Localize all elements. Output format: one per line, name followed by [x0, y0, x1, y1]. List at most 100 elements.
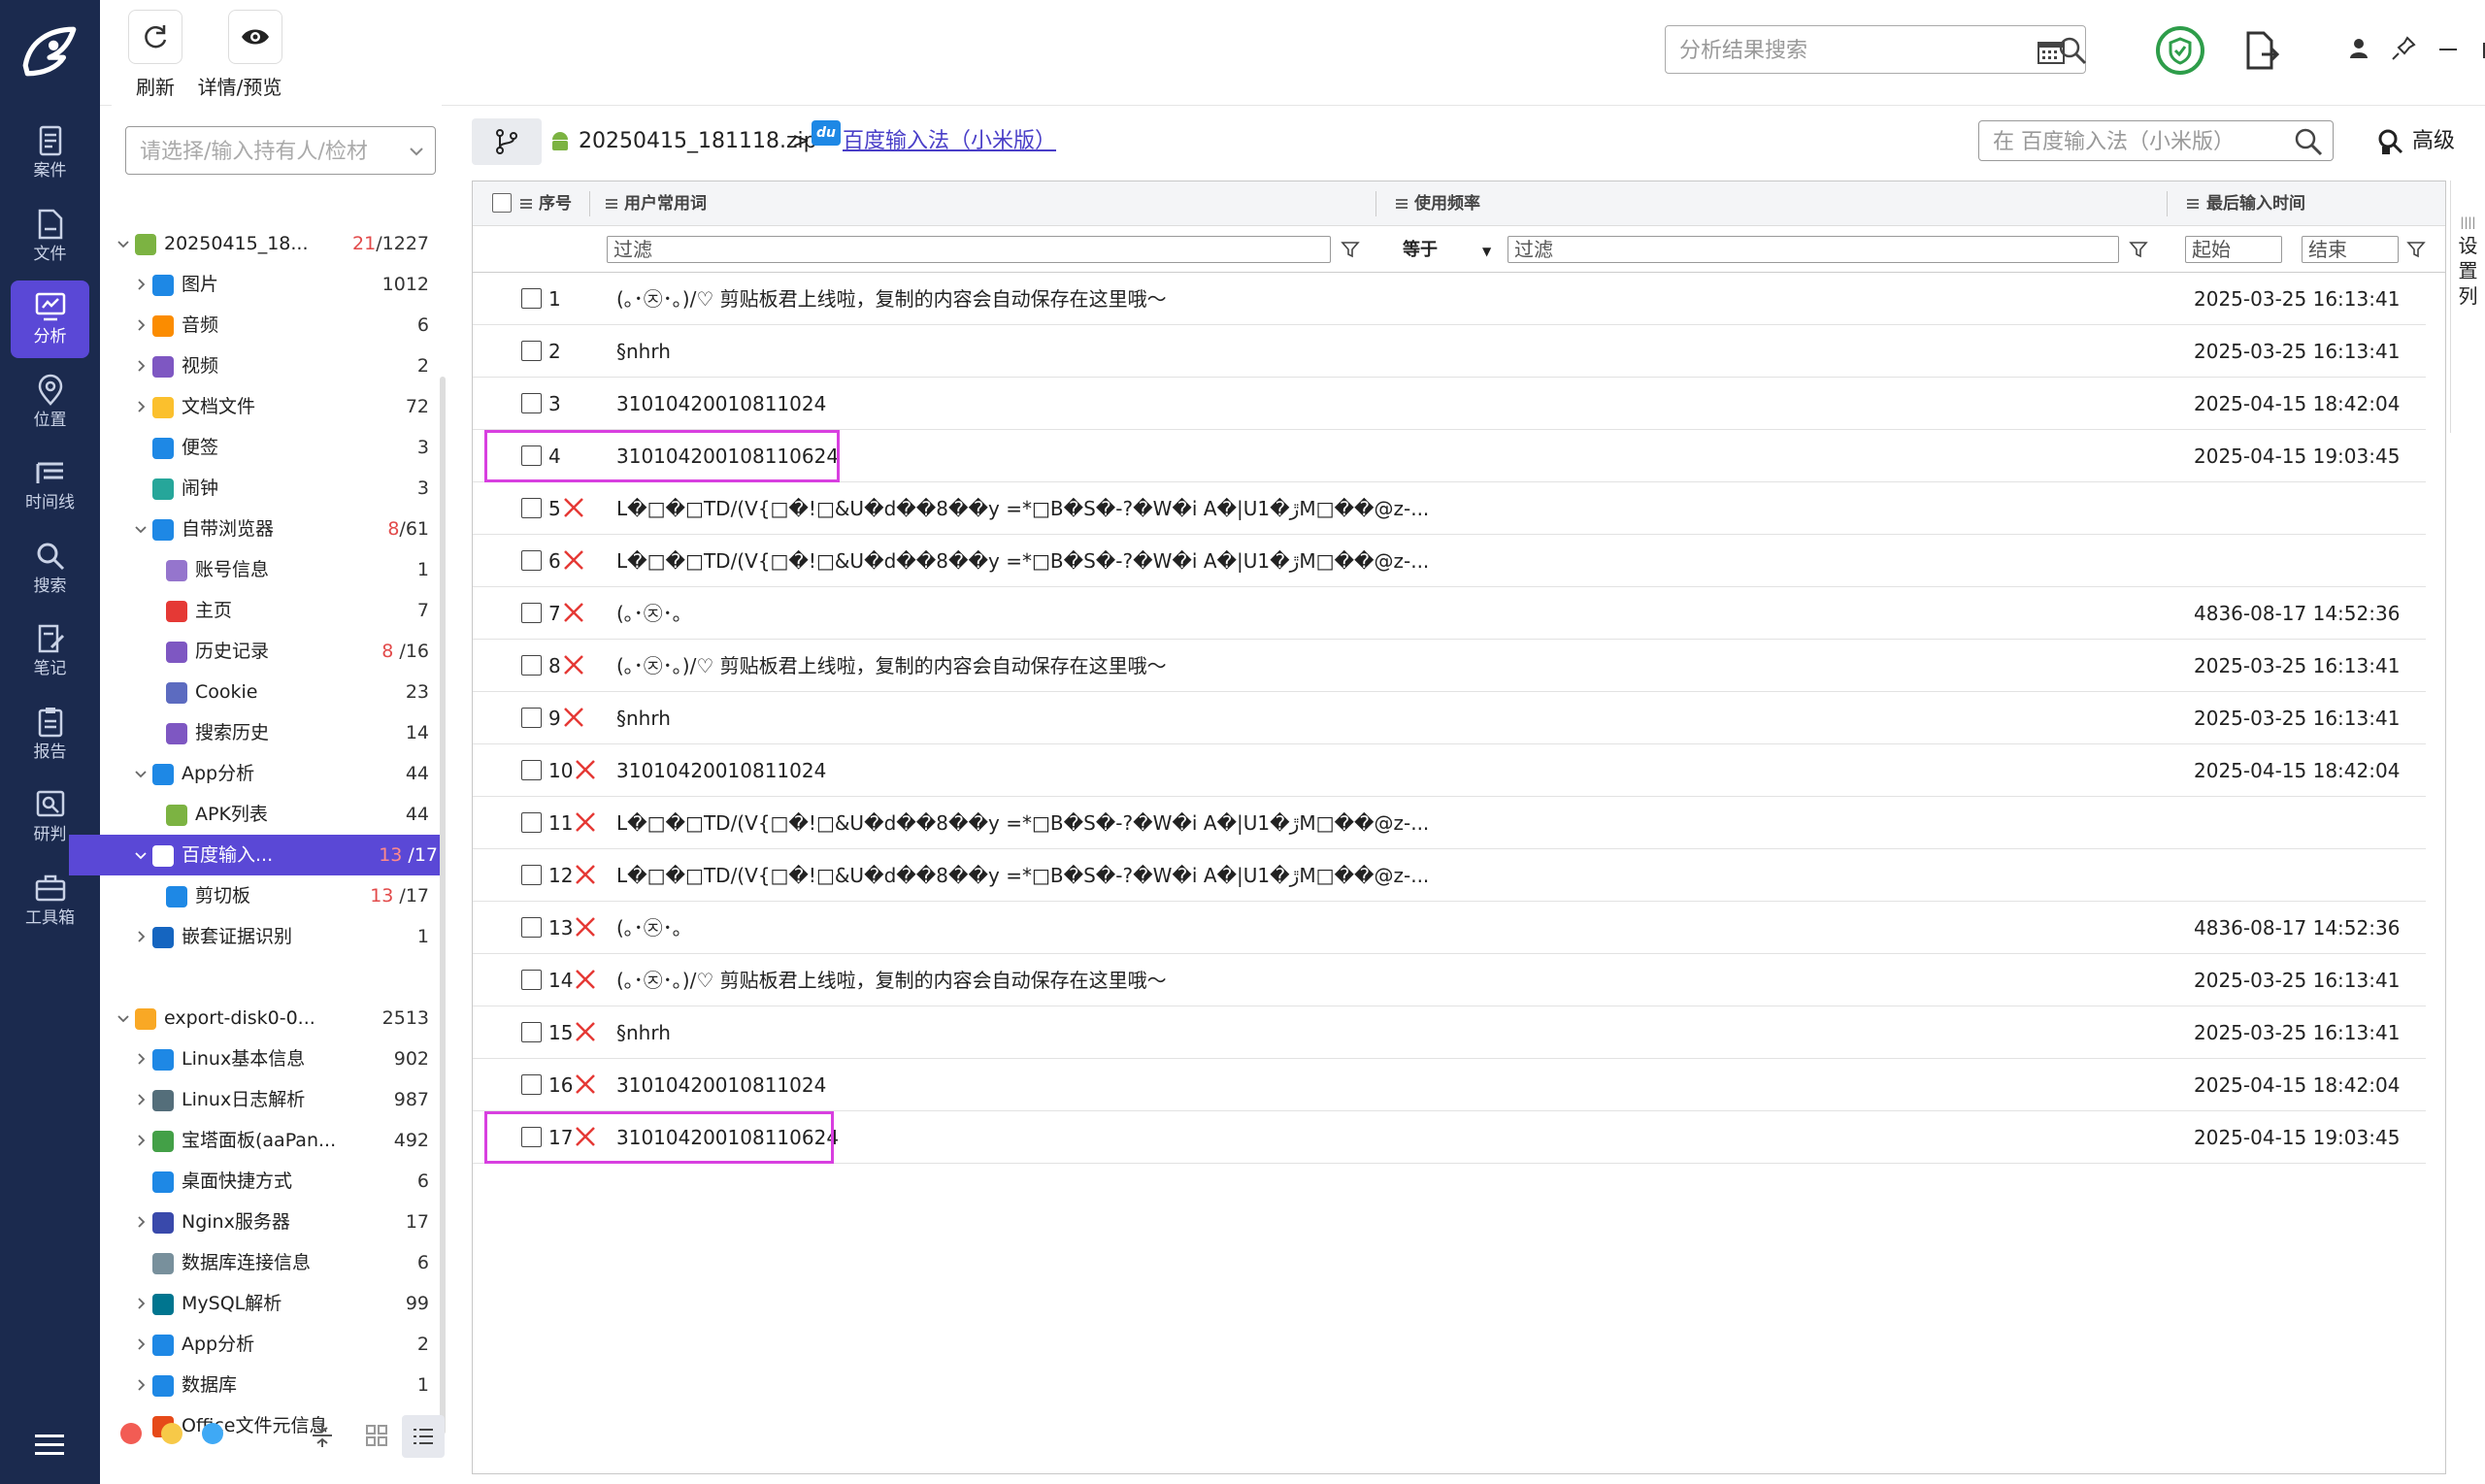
tree-node[interactable]: App分析 44 — [112, 753, 437, 794]
table-row[interactable]: 15 §nhrh 2025-03-25 16:13:41 — [473, 1006, 2426, 1059]
filter-icon[interactable] — [1341, 240, 1360, 259]
chevron-right-icon[interactable] — [133, 1336, 149, 1352]
breadcrumb-app[interactable]: 百度输入法（小米版） — [843, 124, 1056, 159]
tree-node[interactable]: 剪切板 13 /17 — [112, 875, 437, 916]
inner-search-input[interactable] — [1993, 127, 2284, 156]
tree-node[interactable]: 音频 6 — [112, 305, 437, 346]
tree-node[interactable]: 账号信息 1 — [112, 549, 437, 590]
shield-check-icon[interactable] — [2155, 25, 2205, 76]
table-row[interactable]: 2 §nhrh 2025-03-25 16:13:41 — [473, 325, 2426, 378]
grid-view-icon[interactable] — [363, 1422, 390, 1449]
list-view-button[interactable] — [402, 1415, 445, 1458]
table-row[interactable]: 4 310104200108110624 2025-04-15 19:03:45 — [473, 430, 2426, 482]
detail-preview-button[interactable]: 详情/预览 — [197, 10, 282, 100]
row-checkbox[interactable] — [521, 393, 542, 413]
chevron-right-icon[interactable] — [133, 1214, 149, 1230]
time-end-input[interactable] — [2302, 236, 2399, 263]
table-row[interactable]: 7 (｡･㉨･｡ 4836-08-17 14:52:36 — [473, 587, 2426, 640]
row-checkbox[interactable] — [521, 1022, 542, 1042]
row-checkbox[interactable] — [521, 341, 542, 361]
table-row[interactable]: 9 §nhrh 2025-03-25 16:13:41 — [473, 692, 2426, 744]
chevron-down-icon[interactable] — [133, 766, 149, 781]
time-start-input[interactable] — [2185, 236, 2282, 263]
tree-node[interactable]: 百度输入... 13 /17 — [69, 835, 446, 875]
tree-node[interactable]: 数据库连接信息 6 — [112, 1242, 437, 1283]
filter-icon[interactable] — [2129, 240, 2148, 259]
holder-select-input[interactable] — [140, 137, 402, 166]
nav-item-report[interactable]: 报告 — [11, 696, 89, 774]
tree-node[interactable]: 图片 1012 — [112, 264, 437, 305]
tree-node[interactable]: 搜索历史 14 — [112, 712, 437, 753]
row-checkbox[interactable] — [521, 288, 542, 309]
table-row[interactable]: 16 31010420010811024 2025-04-15 18:42:04 — [473, 1059, 2426, 1111]
table-row[interactable]: 11 L�□�□TD/(V{□�!□&U�d��8��y =*□B�S�-?�W�… — [473, 797, 2426, 849]
chevron-right-icon[interactable] — [133, 1296, 149, 1311]
tree-node[interactable]: 便签 3 — [112, 427, 437, 468]
col-freq[interactable]: 使用频率 — [1414, 181, 1480, 226]
tree-node[interactable]: Cookie 23 — [112, 672, 437, 712]
tree-node[interactable]: 自带浏览器 8/61 — [112, 509, 437, 549]
freq-operator-select[interactable]: 等于 ▼ — [1403, 238, 1491, 264]
chevron-right-icon[interactable] — [133, 358, 149, 374]
tree-node[interactable]: 文档文件 72 — [112, 386, 437, 427]
export-icon[interactable] — [2244, 31, 2279, 70]
nav-item-case[interactable]: 案件 — [11, 115, 89, 192]
filter-icon[interactable] — [2406, 240, 2426, 259]
breadcrumb-zip[interactable]: 20250415_181118.zip — [579, 124, 817, 159]
user-icon[interactable] — [2345, 35, 2372, 62]
tree-node[interactable]: export-disk0-0... 2513 — [112, 998, 437, 1039]
col-time[interactable]: 最后输入时间 — [2206, 181, 2305, 226]
tree-node[interactable]: 嵌套证据识别 1 — [112, 916, 437, 957]
tree-node[interactable]: 宝塔面板(aaPan... 492 — [112, 1120, 437, 1161]
chevron-right-icon[interactable] — [133, 1133, 149, 1148]
branch-button[interactable] — [472, 118, 542, 165]
column-menu-icon[interactable] — [519, 197, 533, 211]
tree-node[interactable]: 闹钟 3 — [112, 468, 437, 509]
tree-node[interactable]: 20250415_18... 21/1227 — [112, 223, 437, 264]
chevron-right-icon[interactable] — [133, 1051, 149, 1067]
row-checkbox[interactable] — [521, 550, 542, 571]
word-filter-input[interactable] — [607, 236, 1331, 263]
chevron-right-icon[interactable] — [133, 277, 149, 292]
table-row[interactable]: 13 (｡･㉨･｡ 4836-08-17 14:52:36 — [473, 902, 2426, 954]
nav-item-search[interactable]: 搜索 — [11, 530, 89, 608]
restore-icon[interactable] — [2479, 35, 2485, 62]
hamburger-menu-icon[interactable] — [33, 1432, 66, 1459]
row-checkbox[interactable] — [521, 970, 542, 990]
advanced-search-button[interactable]: 高级 — [2376, 122, 2455, 161]
nav-item-analysis[interactable]: 分析 — [11, 280, 89, 358]
yellow-dot-icon[interactable] — [161, 1423, 182, 1444]
tree-node[interactable]: 视频 2 — [112, 346, 437, 386]
col-word[interactable]: 用户常用词 — [624, 181, 707, 226]
column-menu-icon[interactable] — [2186, 197, 2200, 211]
chevron-down-icon[interactable] — [116, 1010, 131, 1026]
tree-node[interactable]: 数据库 1 — [112, 1365, 437, 1405]
chevron-right-icon[interactable] — [133, 317, 149, 333]
row-checkbox[interactable] — [521, 812, 542, 833]
table-row[interactable]: 8 (｡･㉨･｡)/♡ 剪贴板君上线啦，复制的内容会自动保存在这里哦～ 2025-0… — [473, 640, 2426, 692]
collapse-all-icon[interactable] — [309, 1422, 336, 1449]
tree-node[interactable]: Nginx服务器 17 — [112, 1202, 437, 1242]
tree-node[interactable]: MySQL解析 99 — [112, 1283, 437, 1324]
chevron-right-icon[interactable] — [133, 399, 149, 414]
table-row[interactable]: 5 L�□�□TD/(V{□�!□&U�d��8��y =*□B�S�-?�W�i… — [473, 482, 2426, 535]
table-row[interactable]: 3 31010420010811024 2025-04-15 18:42:04 — [473, 378, 2426, 430]
tree-node[interactable]: Linux基本信息 902 — [112, 1039, 437, 1079]
nav-item-file[interactable]: 文件 — [11, 198, 89, 276]
chevron-down-icon[interactable] — [133, 847, 149, 863]
chevron-right-icon[interactable] — [133, 929, 149, 944]
result-search-input[interactable] — [1679, 36, 1990, 65]
tree-node[interactable]: APK列表 44 — [112, 794, 437, 835]
nav-item-note[interactable]: 笔记 — [11, 612, 89, 690]
tree-scrollbar[interactable] — [440, 377, 446, 1435]
table-row[interactable]: 1 (｡･㉨･｡)/♡ 剪贴板君上线啦，复制的内容会自动保存在这里哦～ 2025-0… — [473, 273, 2426, 325]
table-row[interactable]: 12 L�□�□TD/(V{□�!□&U�d��8��y =*□B�S�-?�W�… — [473, 849, 2426, 902]
red-dot-icon[interactable] — [120, 1423, 142, 1444]
row-checkbox[interactable] — [521, 498, 542, 518]
row-checkbox[interactable] — [521, 603, 542, 623]
col-index[interactable]: 序号 — [539, 181, 572, 226]
nav-item-timeline[interactable]: 时间线 — [11, 446, 89, 524]
tree-node[interactable]: Linux日志解析 987 — [112, 1079, 437, 1120]
minimize-icon[interactable] — [2435, 35, 2462, 62]
tree-node[interactable]: App分析 2 — [112, 1324, 437, 1365]
